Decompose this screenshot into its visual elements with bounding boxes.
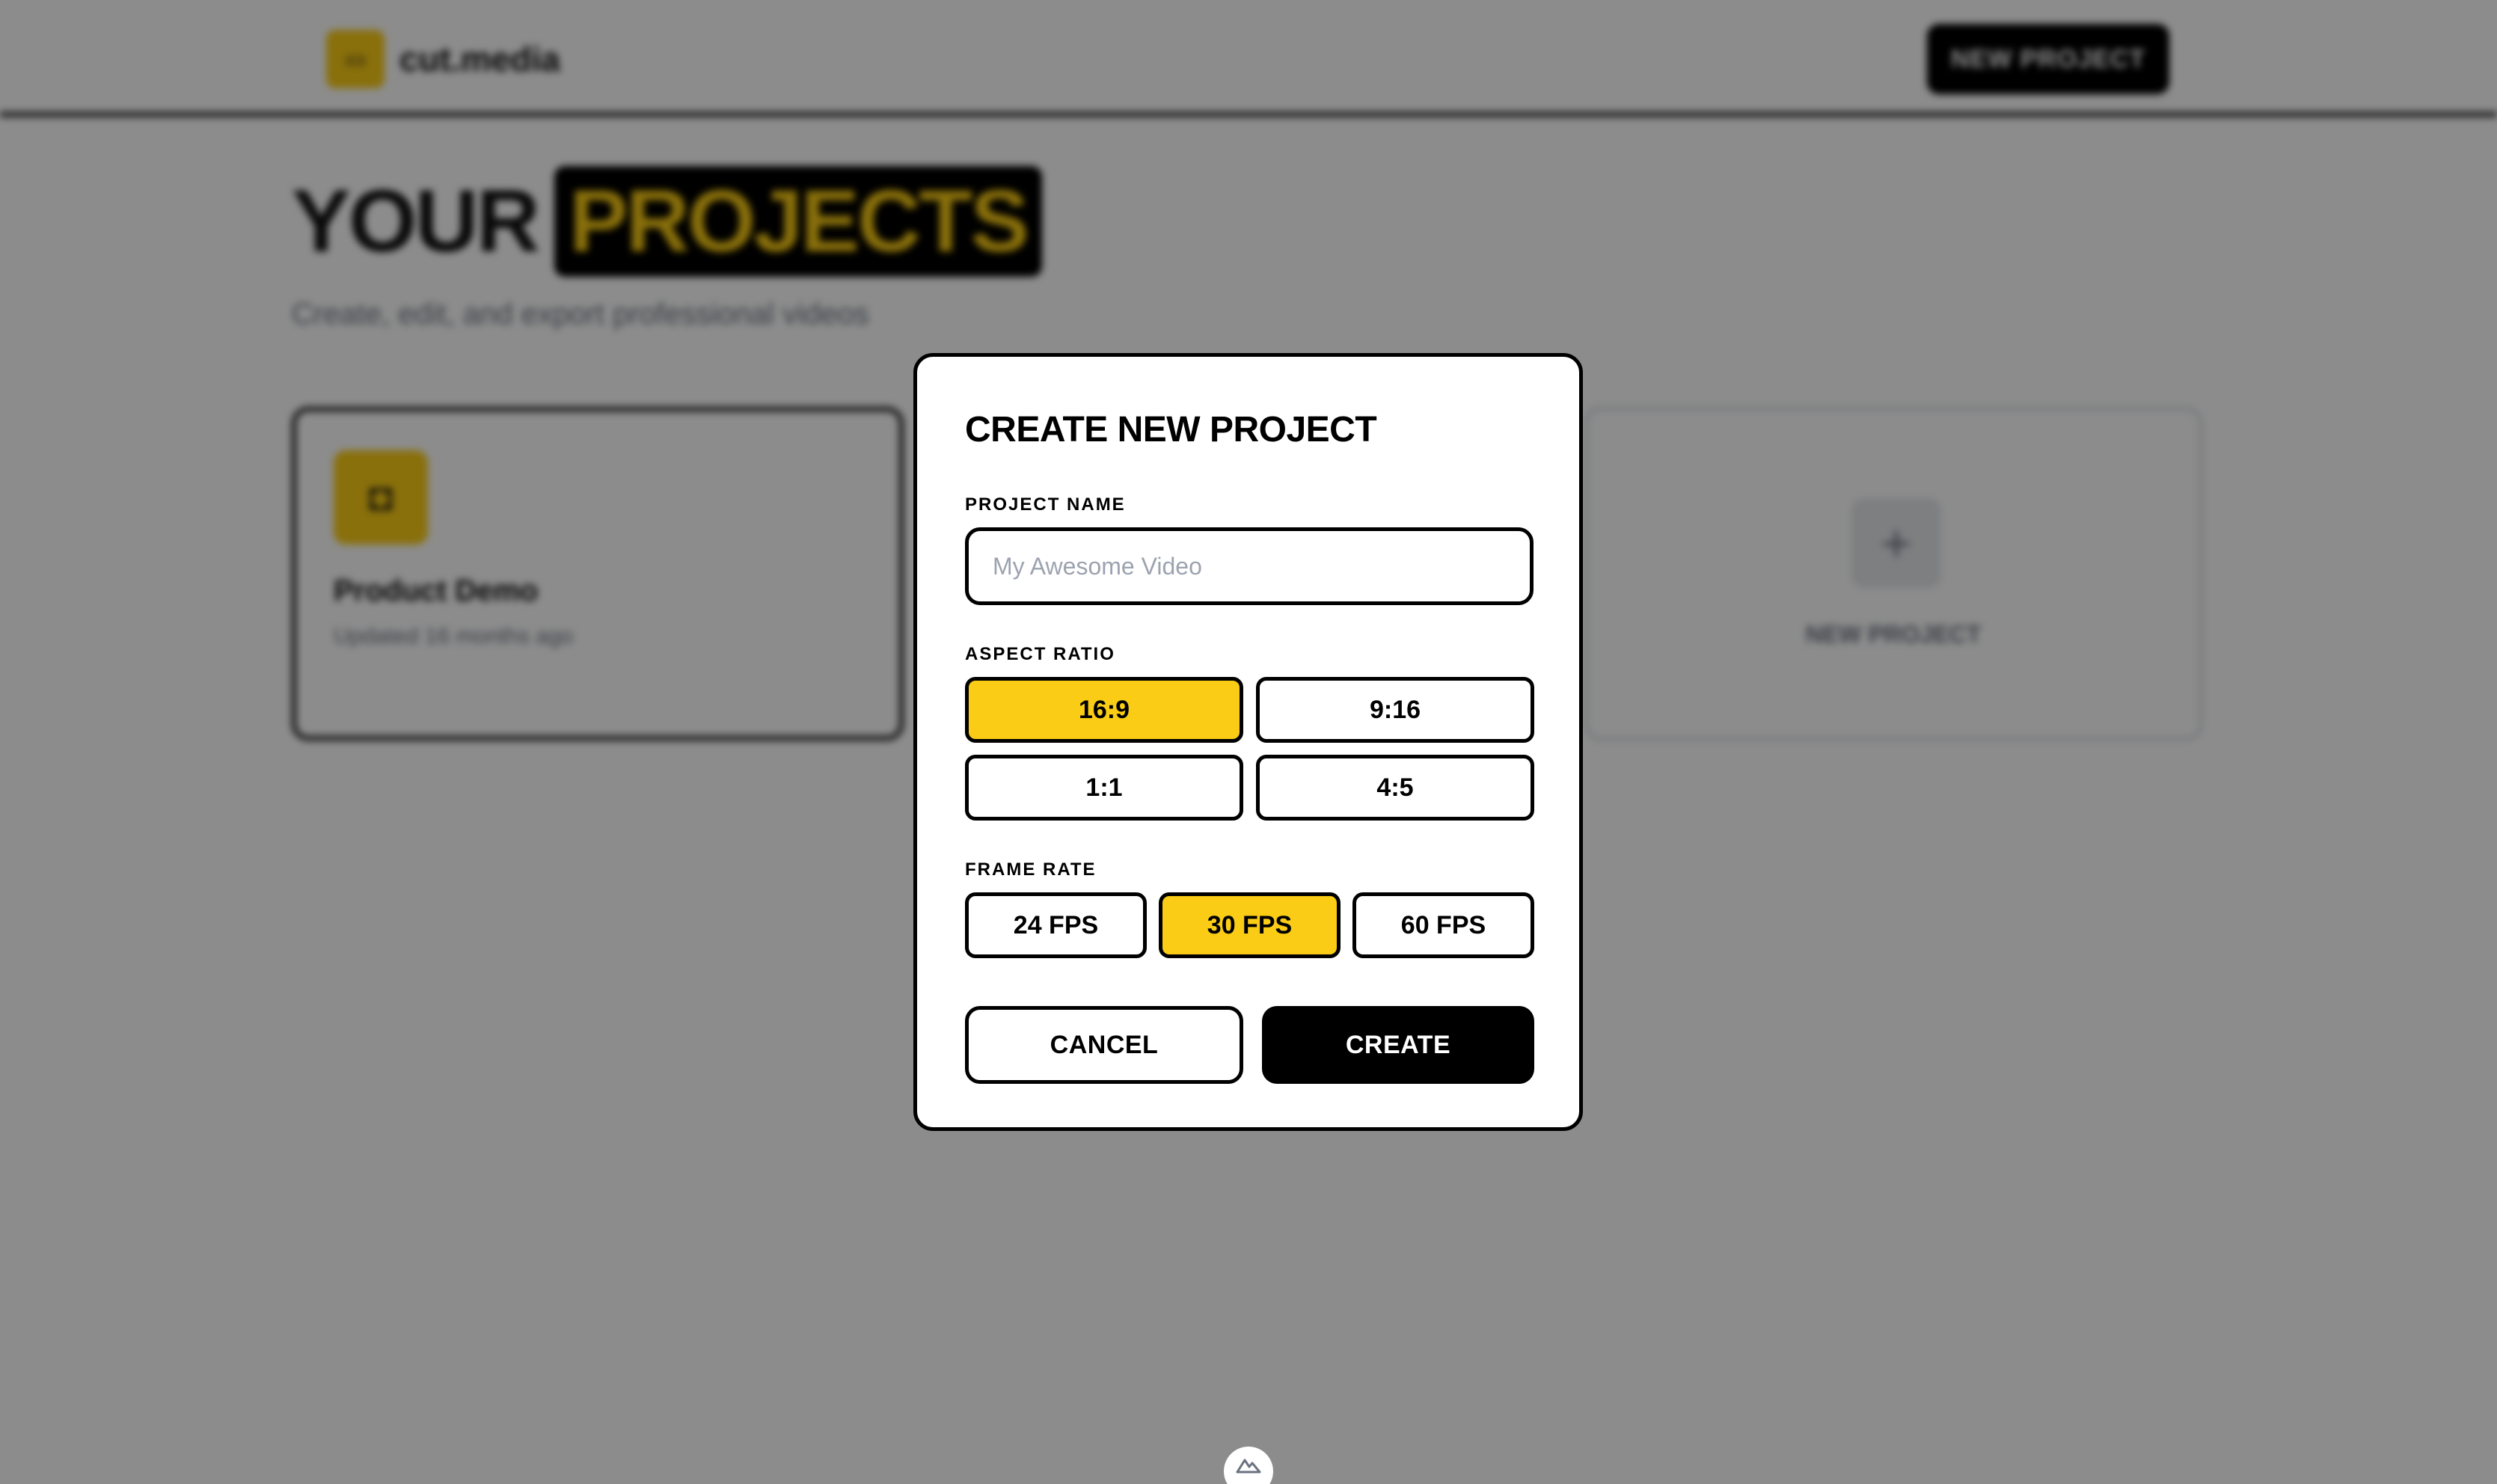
aspect-ratio-1-1-option[interactable]: 1:1	[965, 755, 1243, 821]
dialog-title: CREATE NEW PROJECT	[965, 410, 1377, 450]
create-project-dialog: CREATE NEW PROJECT PROJECT NAME ASPECT R…	[913, 353, 1583, 1131]
aspect-ratio-9-16-option[interactable]: 9:16	[1256, 677, 1534, 743]
cancel-button[interactable]: CANCEL	[965, 1006, 1243, 1084]
frame-rate-30-option[interactable]: 30 FPS	[1159, 892, 1341, 958]
aspect-ratio-4-5-option[interactable]: 4:5	[1256, 755, 1534, 821]
project-name-input[interactable]	[965, 527, 1534, 605]
create-button[interactable]: CREATE	[1262, 1006, 1534, 1084]
frame-rate-24-option[interactable]: 24 FPS	[965, 892, 1147, 958]
aspect-ratio-label: ASPECT RATIO	[965, 644, 1115, 664]
mountain-logo-icon	[1236, 1459, 1261, 1474]
frame-rate-60-option[interactable]: 60 FPS	[1352, 892, 1534, 958]
frame-rate-label: FRAME RATE	[965, 859, 1097, 880]
project-name-label: PROJECT NAME	[965, 494, 1126, 515]
aspect-ratio-16-9-option[interactable]: 16:9	[965, 677, 1243, 743]
